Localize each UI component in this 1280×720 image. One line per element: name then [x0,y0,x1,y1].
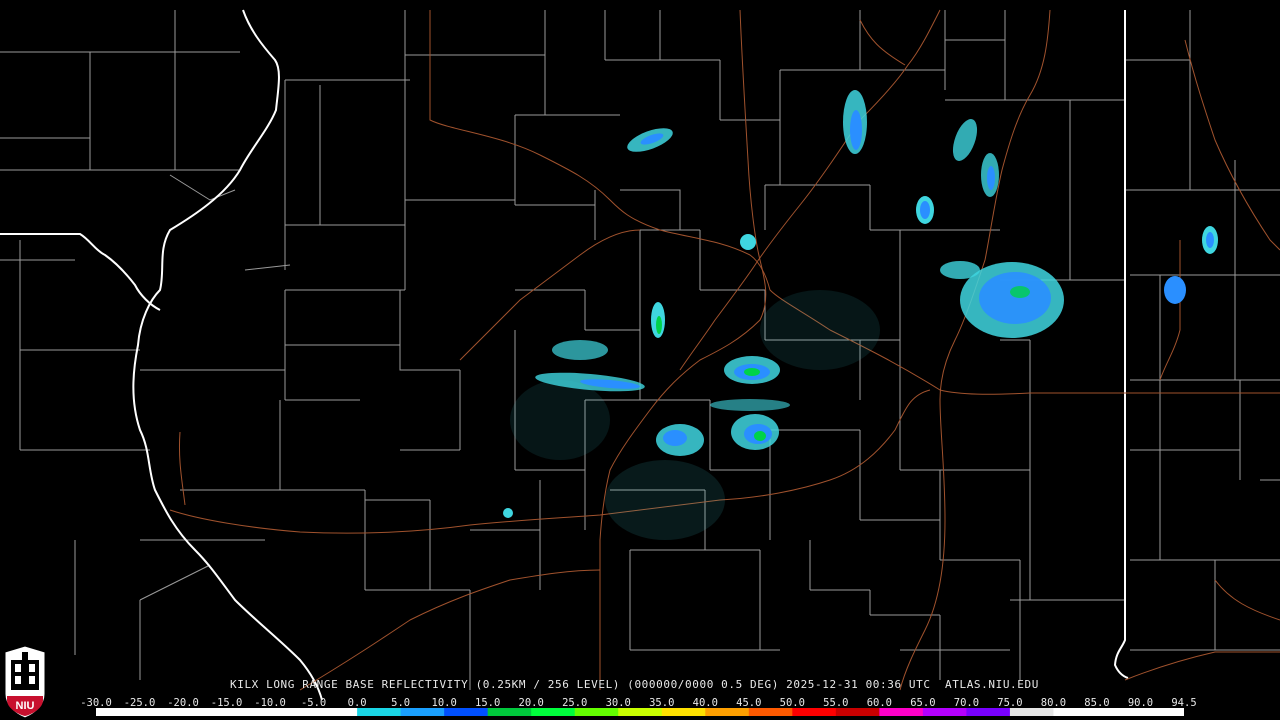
scale-swatch [661,708,706,716]
scale-swatch [966,708,1011,716]
scale-swatch [357,708,402,716]
scale-swatch [879,708,924,716]
color-scale-bar [96,708,1184,716]
scale-swatch [139,708,184,716]
product-caption: KILX LONG RANGE BASE REFLECTIVITY (0.25K… [230,678,1039,691]
highways [169,9,1280,691]
scale-swatch [792,708,837,716]
scale-swatch [835,708,880,716]
scale-swatch [96,708,141,716]
county-boundaries [0,10,1280,690]
scale-swatch [313,708,358,716]
scale-swatch [400,708,445,716]
scale-swatch [922,708,967,716]
logo-text: NIU [16,700,35,712]
scale-swatch [487,708,532,716]
scale-swatch [748,708,793,716]
scale-swatch [444,708,489,716]
scale-swatch [183,708,228,716]
scale-swatch [270,708,315,716]
scale-swatch [1053,708,1098,716]
scale-swatch [531,708,576,716]
scale-swatch [705,708,750,716]
scale-swatch [1140,708,1184,716]
scale-swatch [1096,708,1141,716]
scale-swatch [574,708,619,716]
scale-swatch [618,708,663,716]
niu-logo: NIU [4,646,46,718]
radar-map [0,9,1280,701]
scale-swatch [1009,708,1054,716]
scale-swatch [226,708,271,716]
